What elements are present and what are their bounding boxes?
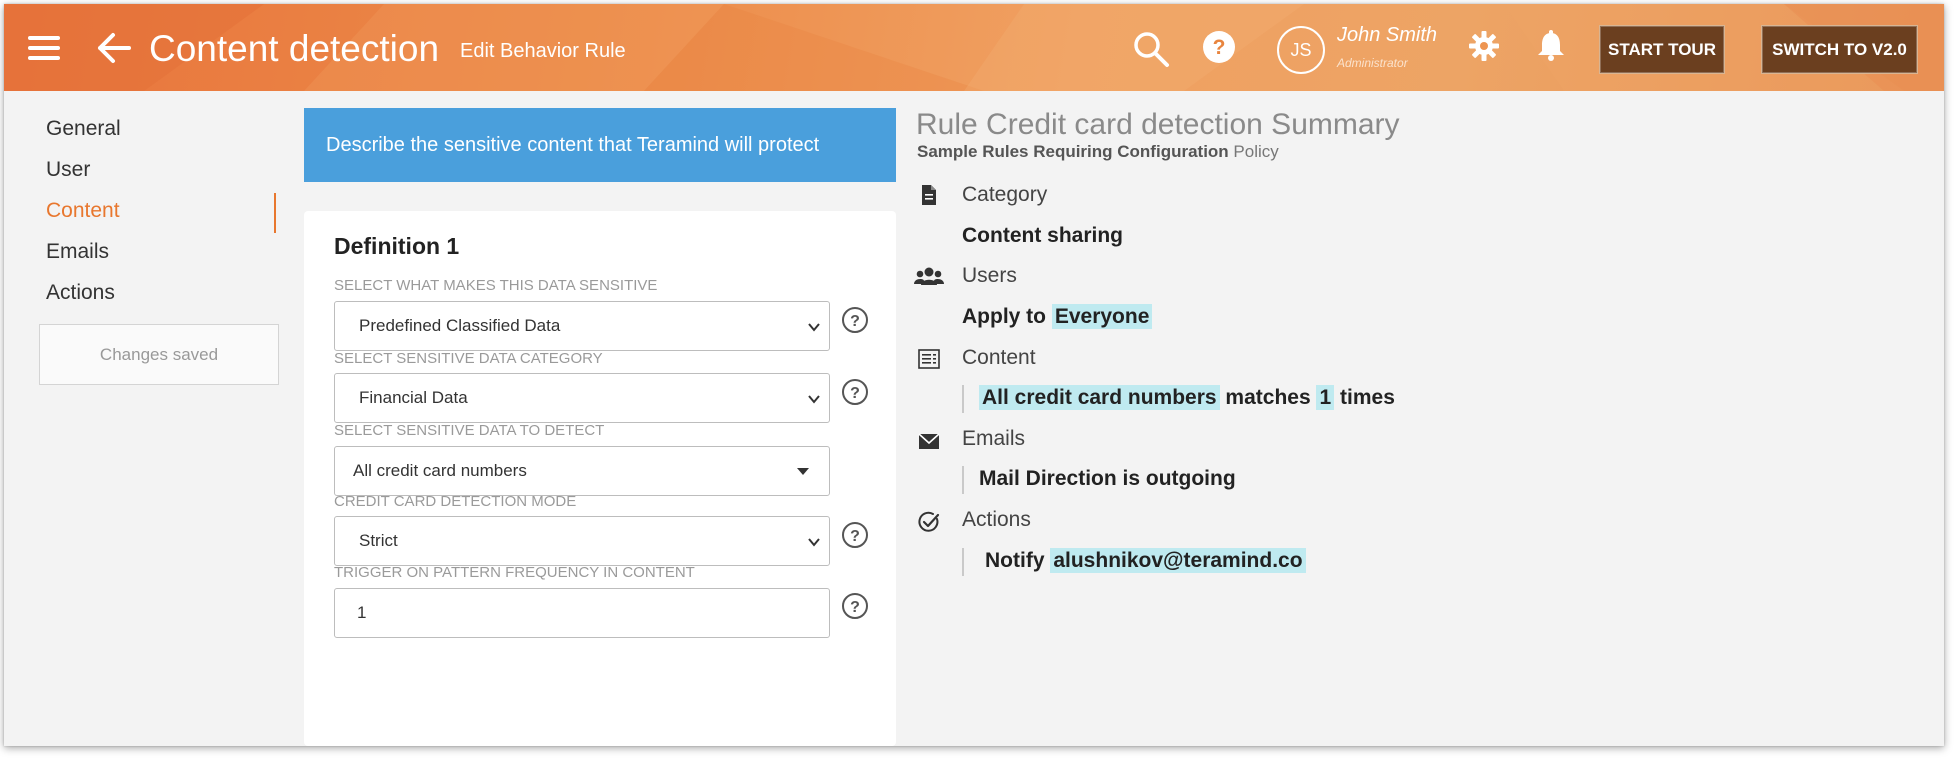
- content-label: Content: [962, 346, 1036, 369]
- data-category-select[interactable]: Financial Data: [334, 373, 830, 423]
- field-label: SELECT SENSITIVE DATA TO DETECT: [334, 422, 605, 439]
- avatar[interactable]: JS: [1277, 26, 1325, 74]
- times-text: times: [1340, 386, 1395, 409]
- chevron-down-icon: [808, 323, 820, 332]
- start-tour-button[interactable]: START TOUR: [1599, 25, 1725, 74]
- gear-icon[interactable]: [1468, 30, 1500, 62]
- users-target: Everyone: [1051, 304, 1153, 329]
- chevron-down-icon: [808, 538, 820, 547]
- data-to-detect-select[interactable]: All credit card numbers: [334, 446, 830, 496]
- sidebar-item-general[interactable]: General: [46, 117, 121, 141]
- describe-banner: Describe the sensitive content that Tera…: [304, 108, 896, 182]
- category-value: Content sharing: [962, 224, 1123, 247]
- list-box-icon: [918, 349, 940, 369]
- summary-policy: Sample Rules Requiring Configuration Pol…: [917, 142, 1279, 162]
- help-circle-icon[interactable]: ?: [841, 592, 869, 620]
- definition-title: Definition 1: [334, 233, 460, 259]
- select-value: Strict: [359, 531, 398, 550]
- menu-icon[interactable]: [28, 36, 60, 60]
- notify-text: Notify: [985, 549, 1045, 572]
- indent-bar: [962, 466, 964, 494]
- check-circle-icon: [918, 511, 940, 532]
- back-arrow-icon[interactable]: [96, 31, 132, 65]
- pattern-frequency-input[interactable]: 1: [334, 588, 830, 638]
- apply-to-text: Apply to: [962, 305, 1046, 328]
- changes-saved-status: Changes saved: [39, 324, 279, 385]
- detection-mode-select[interactable]: Strict: [334, 516, 830, 566]
- select-value: Predefined Classified Data: [359, 316, 561, 335]
- help-circle-icon[interactable]: ?: [841, 306, 869, 334]
- match-count: 1: [1316, 385, 1335, 410]
- summary-title: Rule Credit card detection Summary: [916, 108, 1400, 141]
- app-window: Content detection Edit Behavior Rule ? J…: [4, 4, 1944, 746]
- policy-suffix: Policy: [1233, 142, 1279, 161]
- chevron-down-icon: [808, 395, 820, 404]
- select-value: All credit card numbers: [353, 461, 527, 480]
- policy-name: Sample Rules Requiring Configuration: [917, 142, 1229, 161]
- user-name[interactable]: John Smith: [1337, 24, 1437, 47]
- users-value: Apply to Everyone: [962, 304, 1153, 329]
- sidebar-item-content[interactable]: Content: [46, 199, 120, 223]
- matches-text: matches: [1225, 386, 1311, 409]
- indent-bar: [962, 385, 964, 413]
- active-nav-indicator: [274, 193, 276, 233]
- emails-label: Emails: [962, 427, 1026, 450]
- svg-text:?: ?: [1213, 36, 1226, 59]
- field-label: SELECT WHAT MAKES THIS DATA SENSITIVE: [334, 277, 658, 294]
- envelope-icon: [918, 433, 940, 449]
- sidebar-item-actions[interactable]: Actions: [46, 281, 115, 305]
- field-label: TRIGGER ON PATTERN FREQUENCY IN CONTENT: [334, 564, 695, 581]
- category-label: Category: [962, 183, 1048, 206]
- field-label: SELECT SENSITIVE DATA CATEGORY: [334, 350, 603, 367]
- user-role: Administrator: [1337, 56, 1408, 70]
- sensitive-type-select[interactable]: Predefined Classified Data: [334, 301, 830, 351]
- actions-label: Actions: [962, 508, 1031, 531]
- content-item: All credit card numbers: [979, 385, 1220, 410]
- sidebar-item-emails[interactable]: Emails: [46, 240, 109, 264]
- sidebar-item-user[interactable]: User: [46, 158, 90, 182]
- page-subtitle: Edit Behavior Rule: [460, 40, 626, 62]
- input-value: 1: [357, 603, 367, 622]
- svg-text:?: ?: [850, 385, 860, 402]
- document-icon: [922, 185, 936, 205]
- content-rule: All credit card numbers matches 1 times: [979, 385, 1395, 410]
- field-label: CREDIT CARD DETECTION MODE: [334, 493, 577, 510]
- users-label: Users: [962, 264, 1017, 287]
- top-bar: Content detection Edit Behavior Rule ? J…: [4, 4, 1944, 91]
- help-icon[interactable]: ?: [1202, 30, 1236, 64]
- indent-bar: [962, 548, 964, 576]
- page-title: Content detection: [149, 28, 440, 69]
- notify-target: alushnikov@teramind.co: [1050, 548, 1306, 573]
- svg-text:?: ?: [850, 528, 860, 545]
- help-circle-icon[interactable]: ?: [841, 378, 869, 406]
- svg-text:?: ?: [850, 313, 860, 330]
- bell-icon[interactable]: [1536, 30, 1566, 62]
- select-value: Financial Data: [359, 388, 468, 407]
- users-icon: [914, 267, 944, 285]
- search-icon[interactable]: [1132, 30, 1170, 68]
- definition-card: Definition 1 SELECT WHAT MAKES THIS DATA…: [304, 211, 896, 746]
- emails-rule: Mail Direction is outgoing: [979, 467, 1236, 490]
- help-circle-icon[interactable]: ?: [841, 521, 869, 549]
- svg-text:?: ?: [850, 599, 860, 616]
- actions-rule: Notify alushnikov@teramind.co: [985, 548, 1306, 573]
- caret-down-icon: [797, 468, 809, 475]
- switch-version-button[interactable]: SWITCH TO V2.0: [1761, 25, 1918, 74]
